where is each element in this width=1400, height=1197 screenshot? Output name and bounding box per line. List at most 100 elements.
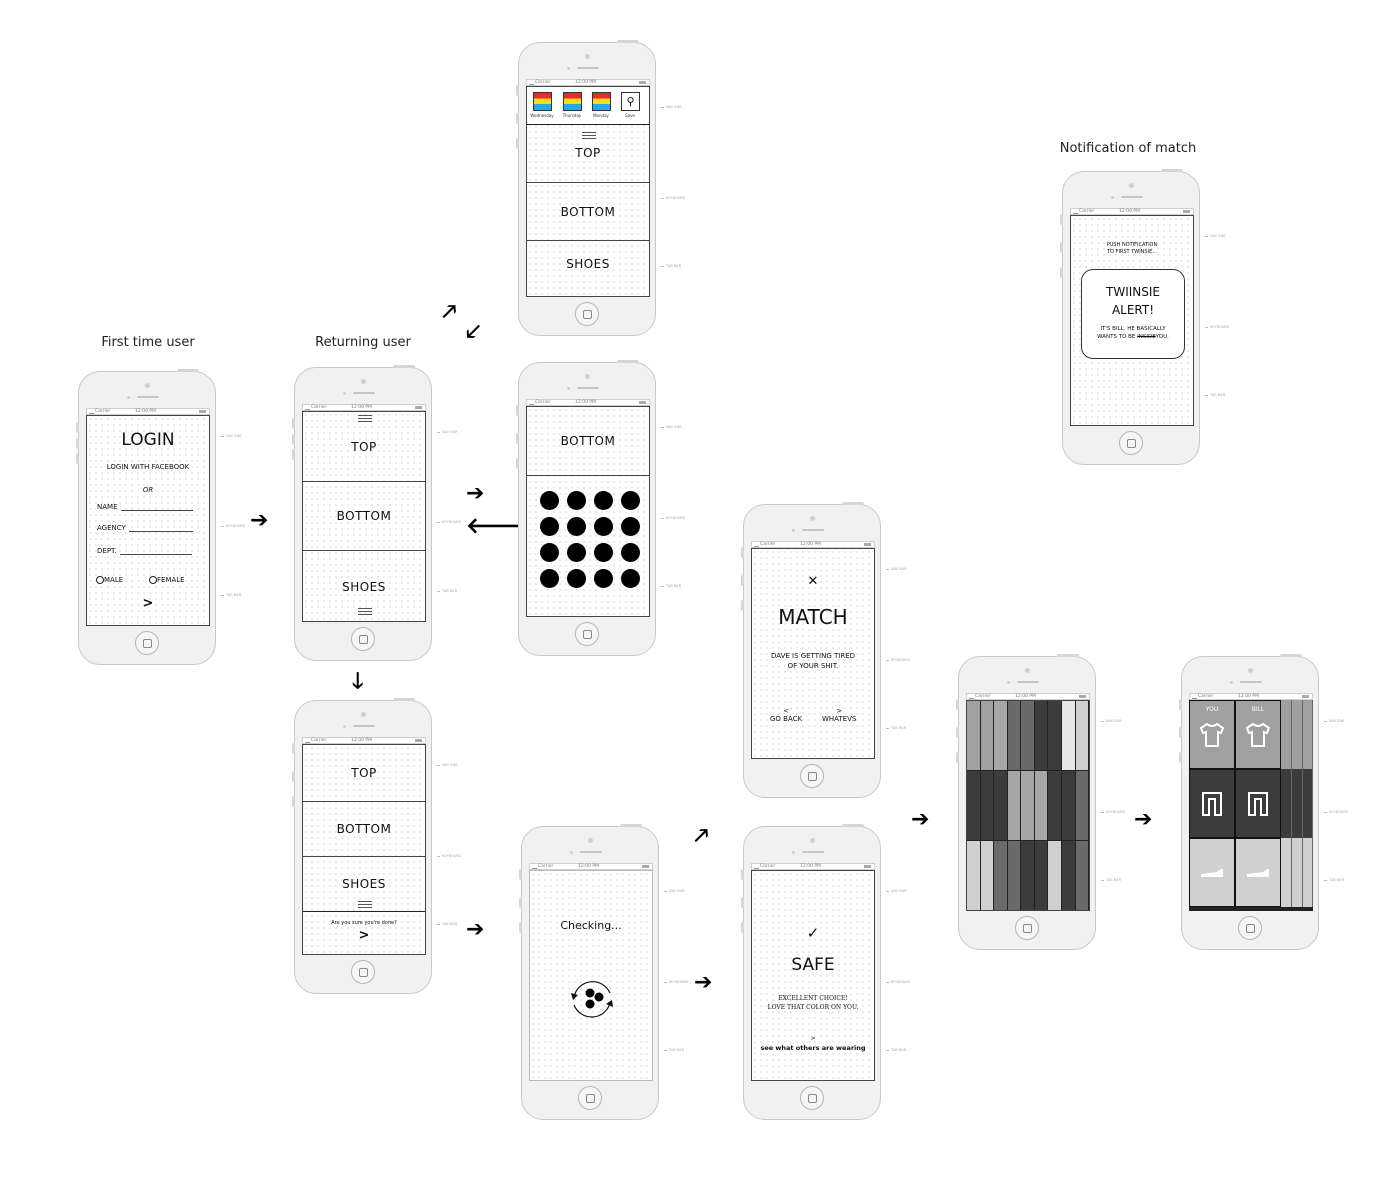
home-button[interactable] [351, 960, 375, 984]
twinsie-alert-card[interactable]: TWIINSIE ALERT! IT'S BILL. HE BASICALLY … [1081, 269, 1185, 359]
drag-handle-icon[interactable] [358, 901, 372, 908]
color-stripe[interactable] [994, 771, 1008, 841]
section-bottom[interactable]: BOTTOM [303, 482, 425, 551]
section-bottom[interactable]: BOTTOM [527, 183, 649, 241]
done-next-button[interactable]: > [303, 928, 425, 943]
color-swatch[interactable] [594, 543, 613, 562]
color-stripe[interactable] [1021, 771, 1035, 841]
facebook-login-button[interactable]: LOGIN WITH FACEBOOK [87, 463, 209, 471]
tile-you-top[interactable]: YOU [1189, 700, 1235, 769]
color-swatch[interactable] [594, 517, 613, 536]
tile-bill-top[interactable]: BILL [1235, 700, 1281, 769]
section-bottom[interactable]: BOTTOM [527, 407, 649, 476]
color-stripe[interactable] [1048, 771, 1062, 841]
home-button[interactable] [575, 302, 599, 326]
color-stripe[interactable] [1048, 841, 1062, 910]
color-stripe[interactable] [1061, 701, 1076, 771]
color-swatch[interactable] [540, 543, 559, 562]
color-stripe[interactable] [1048, 701, 1062, 771]
male-radio[interactable]: MALE [96, 576, 123, 584]
color-swatch[interactable] [567, 491, 586, 510]
color-stripe[interactable] [1061, 841, 1076, 910]
color-stripe[interactable] [980, 701, 995, 771]
color-swatch[interactable] [540, 517, 559, 536]
mini-tile[interactable] [1292, 838, 1303, 907]
color-stripe[interactable] [980, 771, 995, 841]
section-top[interactable]: TOP [527, 124, 649, 183]
color-stripe[interactable] [1021, 841, 1035, 910]
color-stripe[interactable] [1075, 701, 1089, 771]
mini-tile[interactable] [1281, 700, 1292, 769]
login-title: LOGIN [121, 430, 175, 450]
home-button[interactable] [351, 627, 375, 651]
color-stripe[interactable] [1007, 771, 1022, 841]
color-stripe[interactable] [1034, 771, 1049, 841]
dept-field[interactable]: DEPT. [97, 547, 192, 555]
color-stripe[interactable] [980, 841, 995, 910]
color-stripe[interactable] [967, 771, 981, 841]
color-stripe[interactable] [994, 841, 1008, 910]
color-stripe[interactable] [967, 701, 981, 771]
mini-tile[interactable] [1292, 769, 1303, 838]
outfit-swatch-thursday[interactable] [563, 92, 582, 111]
other-users-strip[interactable] [1281, 700, 1313, 907]
home-button[interactable] [1015, 916, 1039, 940]
home-button[interactable] [800, 1086, 824, 1110]
color-stripe[interactable] [1007, 841, 1022, 910]
home-button[interactable] [800, 764, 824, 788]
drag-handle-icon[interactable] [358, 608, 372, 615]
color-swatch[interactable] [567, 517, 586, 536]
color-stripe[interactable] [1061, 771, 1076, 841]
home-button[interactable] [578, 1086, 602, 1110]
go-back-button[interactable]: < GO BACK [770, 707, 802, 723]
color-swatch[interactable] [540, 491, 559, 510]
color-stripe[interactable] [1075, 841, 1089, 910]
home-button[interactable] [575, 622, 599, 646]
tile-bill-bottom[interactable] [1235, 769, 1281, 838]
name-field[interactable]: NAME [97, 503, 193, 511]
returning-screen: TOP BOTTOM SHOES [302, 411, 426, 622]
status-bar: Carrier 12:00 PM [751, 541, 875, 548]
annotation-keyboard: KEYBOARD [886, 980, 910, 984]
tile-you-shoes[interactable] [1189, 838, 1235, 907]
mini-tile[interactable] [1303, 700, 1313, 769]
color-swatch[interactable] [621, 517, 640, 536]
hanger-save-icon[interactable]: ⚲ [621, 92, 640, 111]
home-button[interactable] [135, 631, 159, 655]
mini-tile[interactable] [1303, 769, 1313, 838]
section-top[interactable]: TOP [303, 745, 425, 802]
female-radio[interactable]: FEMALE [149, 576, 185, 584]
color-swatch[interactable] [621, 543, 640, 562]
mini-tile[interactable] [1281, 769, 1292, 838]
color-stripe[interactable] [1034, 701, 1049, 771]
color-swatch[interactable] [621, 491, 640, 510]
mini-tile[interactable] [1281, 838, 1292, 907]
section-shoes[interactable]: SHOES [527, 241, 649, 287]
color-stripe[interactable] [1021, 701, 1035, 771]
next-button[interactable]: > [87, 596, 209, 611]
color-swatch[interactable] [621, 569, 640, 588]
color-swatch[interactable] [594, 491, 613, 510]
color-stripe[interactable] [967, 841, 981, 910]
color-stripe[interactable] [1034, 841, 1049, 910]
outfit-swatch-wednesday[interactable] [533, 92, 552, 111]
whatevs-button[interactable]: > WHATEVS [822, 707, 856, 723]
section-bottom[interactable]: BOTTOM [303, 802, 425, 857]
home-button[interactable] [1119, 431, 1143, 455]
section-top[interactable]: TOP [303, 412, 425, 482]
outfit-swatch-monday[interactable] [592, 92, 611, 111]
mini-tile[interactable] [1292, 700, 1303, 769]
see-others-link[interactable]: see what others are wearing [752, 1044, 874, 1052]
home-button[interactable] [1238, 916, 1262, 940]
color-stripe[interactable] [994, 701, 1008, 771]
color-swatch[interactable] [567, 543, 586, 562]
agency-field[interactable]: AGENCY [97, 524, 193, 532]
tile-bill-shoes[interactable] [1235, 838, 1281, 907]
tile-you-bottom[interactable] [1189, 769, 1235, 838]
color-stripe[interactable] [1075, 771, 1089, 841]
color-stripe[interactable] [1007, 701, 1022, 771]
color-swatch[interactable] [567, 569, 586, 588]
color-swatch[interactable] [594, 569, 613, 588]
color-swatch[interactable] [540, 569, 559, 588]
mini-tile[interactable] [1303, 838, 1313, 907]
